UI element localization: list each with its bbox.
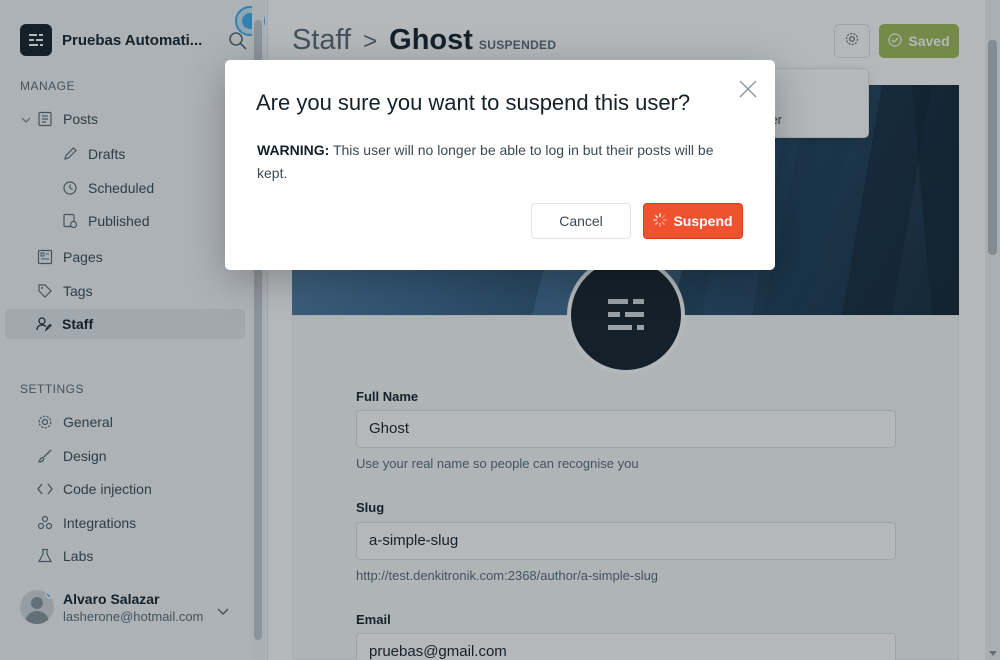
modal-title: Are you sure you want to suspend this us…: [256, 90, 691, 115]
suspend-button[interactable]: Suspend: [643, 203, 743, 239]
close-icon[interactable]: [737, 78, 759, 100]
suspend-label: Suspend: [673, 213, 733, 229]
warning-label: WARNING:: [257, 142, 330, 158]
modal-warning: WARNING: This user will no longer be abl…: [257, 139, 747, 185]
spinner-icon: [653, 212, 673, 230]
suspend-user-modal: Are you sure you want to suspend this us…: [225, 60, 775, 270]
cancel-button[interactable]: Cancel: [531, 203, 631, 239]
